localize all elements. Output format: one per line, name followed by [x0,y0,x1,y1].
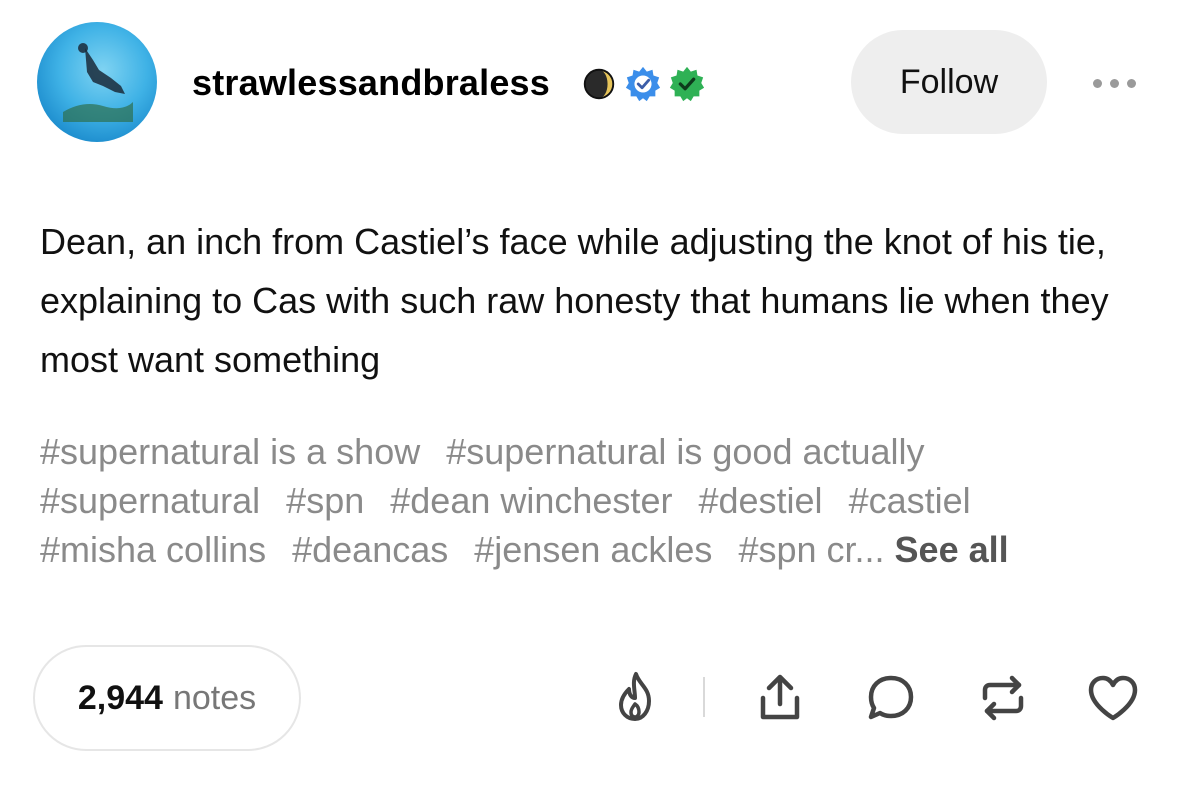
blue-check-badge-icon[interactable] [624,65,662,103]
username[interactable]: strawlessandbraless [192,62,550,104]
dot-icon [1126,78,1136,88]
blaze-button[interactable] [606,668,666,728]
tag[interactable]: #deancas [292,529,448,570]
post-body: Dean, an inch from Castiel’s face while … [40,221,1109,380]
badge-group [580,64,706,104]
tag-truncated[interactable]: #spn cr... [738,529,884,570]
reblog-icon [982,675,1024,721]
tag[interactable]: #supernatural is a show [40,431,420,472]
reply-button[interactable] [861,668,921,728]
post-header: strawlessandbraless Follow [0,0,1200,170]
reply-icon [868,675,914,720]
more-options-button[interactable] [1084,66,1144,100]
tag[interactable]: #dean winchester [390,480,672,521]
tag[interactable]: #misha collins [40,529,266,570]
tag[interactable]: #supernatural is good actually [446,431,924,472]
tag[interactable]: #jensen ackles [474,529,712,570]
share-icon [760,674,800,720]
moon-badge-icon[interactable] [580,65,618,103]
flame-icon [619,672,651,721]
tag[interactable]: #spn [286,480,364,521]
share-button[interactable] [750,668,810,728]
tag[interactable]: #supernatural [40,480,260,521]
dot-icon [1092,78,1102,88]
tag-list: #supernatural is a show #supernatural is… [40,427,1170,574]
green-check-badge-icon[interactable] [668,65,706,103]
dot-icon [1109,78,1119,88]
like-button[interactable] [1083,668,1143,728]
notes-button[interactable]: 2,944 notes [33,645,301,751]
tag[interactable]: #destiel [698,480,822,521]
avatar[interactable] [37,22,157,142]
tag[interactable]: #castiel [849,480,971,521]
follow-button[interactable]: Follow [851,30,1047,134]
see-all-link[interactable]: See all [895,529,1009,570]
notes-label: notes [172,678,257,717]
notes-count: 2,944 [77,678,163,717]
like-icon [1088,675,1138,721]
action-divider [703,677,705,717]
reblog-button[interactable] [973,668,1033,728]
diver-figure-icon [63,43,133,122]
